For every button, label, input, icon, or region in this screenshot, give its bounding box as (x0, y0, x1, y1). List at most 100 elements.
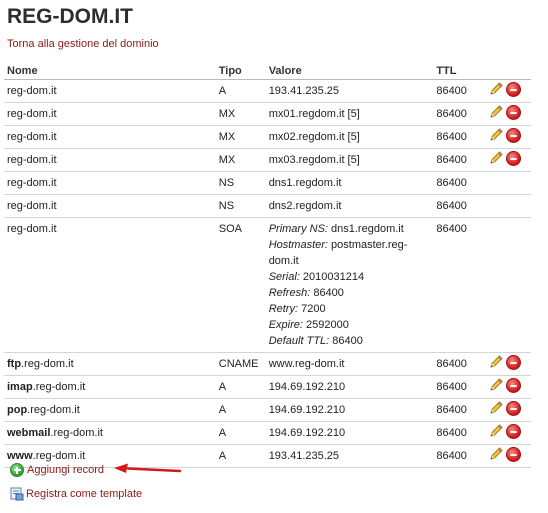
delete-icon[interactable] (506, 423, 522, 439)
cell-actions (485, 398, 531, 422)
cell-nome: pop.reg-dom.it (4, 398, 216, 422)
soa-key: Primary NS: (268, 223, 328, 235)
pencil-icon[interactable] (488, 446, 504, 462)
cell-tipo: SOA (215, 217, 266, 353)
host-name: .reg-dom.it (21, 358, 74, 370)
table-row: ftp.reg-dom.it CNAME www.reg-dom.it 86400 (4, 352, 531, 376)
delete-icon[interactable] (506, 104, 522, 120)
cell-actions (485, 194, 531, 218)
cell-tipo: MX (215, 125, 266, 149)
pencil-icon[interactable] (488, 377, 504, 393)
cell-actions (485, 217, 531, 353)
host-name: .reg-dom.it (32, 450, 86, 462)
cell-ttl: 86400 (433, 125, 486, 149)
cell-nome: reg-dom.it (4, 125, 216, 149)
soa-line: Refresh: 86400 (269, 285, 431, 301)
cell-actions (485, 79, 531, 103)
save-template-label: Registra come template (26, 487, 143, 500)
soa-key: Default TTL: (268, 335, 330, 347)
cell-nome: ftp.reg-dom.it (4, 352, 216, 376)
header-tipo[interactable]: Tipo (215, 62, 266, 80)
cell-tipo: A (215, 375, 266, 399)
soa-value: 2592000 (302, 319, 349, 331)
cell-ttl: 86400 (433, 444, 486, 468)
cell-nome: reg-dom.it (4, 194, 216, 218)
cell-ttl: 86400 (433, 79, 486, 103)
host-name: .reg-dom.it (27, 404, 80, 416)
header-actions (485, 62, 531, 80)
soa-key: Serial: (268, 271, 300, 283)
host-name: reg-dom.it (7, 108, 57, 120)
cell-nome: webmail.reg-dom.it (4, 421, 216, 445)
table-row: imap.reg-dom.it A 194.69.192.210 86400 (4, 375, 531, 399)
save-as-template-link[interactable]: Registra come template (10, 487, 142, 501)
delete-icon[interactable] (506, 377, 522, 393)
pencil-icon[interactable] (488, 104, 504, 120)
cell-actions (485, 352, 531, 376)
cell-valore-soa: Primary NS: dns1.regdom.it Hostmaster: po… (265, 217, 434, 353)
cell-valore: 194.69.192.210 (265, 421, 434, 445)
cell-ttl: 86400 (433, 217, 486, 353)
cell-tipo: NS (215, 194, 266, 218)
delete-icon[interactable] (506, 127, 522, 143)
cell-ttl: 86400 (433, 171, 486, 195)
cell-ttl: 86400 (433, 148, 486, 172)
soa-line: Expire: 2592000 (269, 317, 431, 333)
cell-ttl: 86400 (433, 352, 486, 376)
cell-valore: 194.69.192.210 (265, 398, 434, 422)
table-row: reg-dom.it MX mx02.regdom.it [5] 86400 (4, 125, 531, 149)
table-row-soa: reg-dom.it SOA Primary NS: dns1.regdom.it H… (4, 217, 531, 353)
delete-icon[interactable] (506, 81, 522, 97)
cell-actions (485, 148, 531, 172)
add-record-label: Aggiungi record (27, 463, 105, 476)
dns-records-table: Nome Tipo Valore TTL reg-dom.it A 193.41.2… (4, 62, 531, 468)
delete-icon[interactable] (506, 446, 522, 462)
soa-value: 2010031214 (299, 271, 365, 283)
host-name: reg-dom.it (7, 177, 57, 189)
cell-valore: 193.41.235.25 (265, 444, 434, 468)
soa-line: Serial: 2010031214 (269, 269, 431, 285)
cell-tipo: MX (215, 102, 266, 126)
add-record-link[interactable]: Aggiungi record (10, 463, 104, 477)
cell-actions (485, 375, 531, 399)
soa-value: dns1.regdom.it (327, 223, 404, 235)
soa-value: 7200 (298, 303, 326, 315)
pencil-icon[interactable] (488, 400, 504, 416)
host-prefix: www (7, 450, 33, 462)
pencil-icon[interactable] (488, 354, 504, 370)
cell-nome: reg-dom.it (4, 171, 216, 195)
pencil-icon[interactable] (488, 423, 504, 439)
pencil-icon[interactable] (488, 127, 504, 143)
cell-valore: 193.41.235.25 (265, 79, 434, 103)
soa-line: dom.it (269, 253, 431, 269)
cell-tipo: A (215, 421, 266, 445)
cell-valore: dns2.regdom.it (265, 194, 434, 218)
pencil-icon[interactable] (488, 81, 504, 97)
header-nome[interactable]: Nome (4, 62, 216, 80)
cell-tipo: A (215, 398, 266, 422)
header-valore[interactable]: Valore (265, 62, 434, 80)
delete-icon[interactable] (506, 400, 522, 416)
back-to-domain-link[interactable]: Torna alla gestione del dominio (7, 38, 159, 50)
soa-value: 86400 (310, 287, 344, 299)
cell-tipo: NS (215, 171, 266, 195)
soa-key: Refresh: (268, 287, 311, 299)
delete-icon[interactable] (506, 354, 522, 370)
cell-ttl: 86400 (433, 398, 486, 422)
host-name: reg-dom.it (7, 131, 57, 143)
page-title: REG-DOM.IT (7, 5, 133, 28)
soa-value: postmaster.reg- (327, 239, 408, 251)
soa-line: Default TTL: 86400 (269, 333, 431, 349)
host-name: .reg-dom.it (50, 427, 103, 439)
host-name: reg-dom.it (7, 85, 57, 97)
pencil-icon[interactable] (488, 150, 504, 166)
delete-icon[interactable] (506, 150, 522, 166)
cell-nome: reg-dom.it (4, 102, 216, 126)
cell-valore: mx02.regdom.it [5] (265, 125, 434, 149)
host-prefix: webmail (7, 427, 51, 439)
cell-valore: mx01.regdom.it [5] (265, 102, 434, 126)
host-name: .reg-dom.it (32, 381, 86, 393)
cell-ttl: 86400 (433, 102, 486, 126)
soa-line: Hostmaster: postmaster.reg- (269, 237, 431, 253)
header-ttl[interactable]: TTL (433, 62, 486, 80)
